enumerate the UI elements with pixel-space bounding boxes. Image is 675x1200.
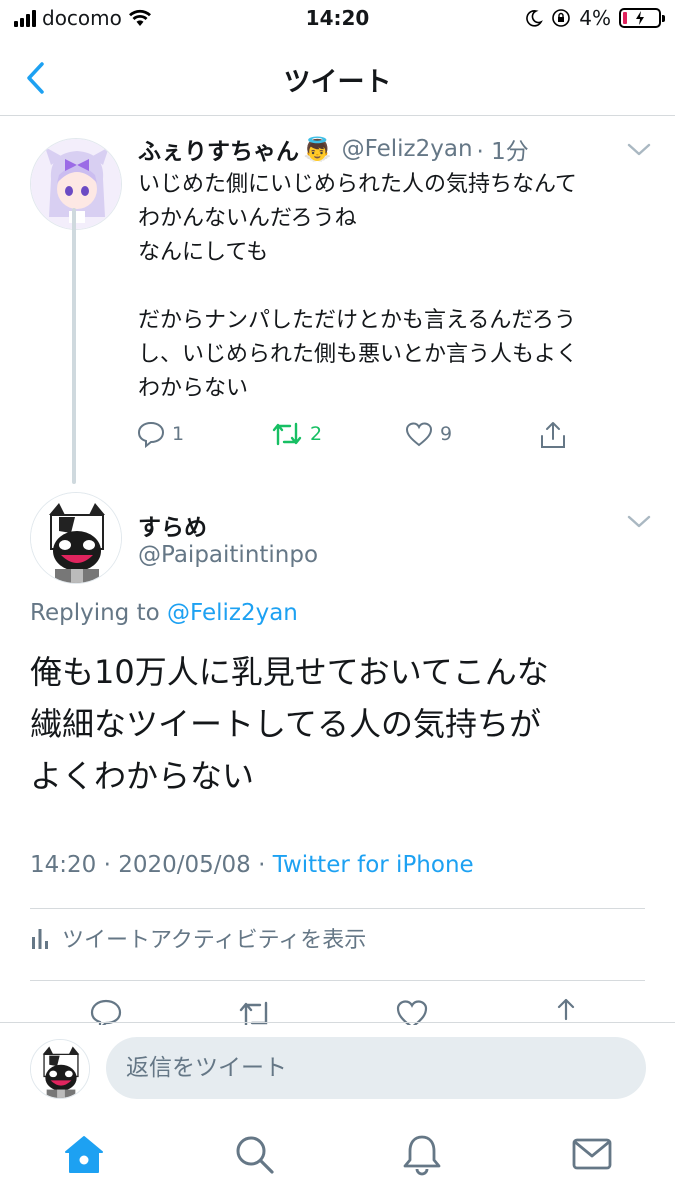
battery-icon	[619, 8, 665, 28]
like-icon[interactable]	[394, 997, 430, 1025]
chevron-down-icon[interactable]	[626, 142, 652, 158]
tweet-actions: 1 2 9	[134, 420, 574, 456]
reply-input[interactable]: 返信をツイート	[106, 1037, 646, 1099]
reply-icon[interactable]	[88, 997, 124, 1025]
like-button[interactable]: 9	[404, 420, 452, 448]
user-handle[interactable]: @Paipaitintinpo	[138, 542, 318, 568]
retweet-icon[interactable]	[236, 997, 276, 1025]
tweet-header: ふぇりすちゃん 👼 @Feliz2yan · 1分	[138, 132, 529, 166]
tweet-activity-link[interactable]: ツイートアクティビティを表示	[30, 922, 366, 954]
activity-label: ツイートアクティビティを表示	[62, 928, 367, 953]
tab-bar	[0, 1118, 675, 1200]
messages-icon[interactable]	[570, 1132, 614, 1176]
share-icon[interactable]	[548, 997, 584, 1025]
divider	[30, 980, 645, 981]
moon-icon	[526, 10, 544, 27]
retweet-button[interactable]: 2	[270, 420, 322, 448]
angel-emoji-icon: 👼	[303, 136, 332, 163]
orientation-lock-icon	[552, 9, 571, 27]
activity-icon	[32, 929, 48, 949]
user-handle[interactable]: @Feliz2yan	[342, 136, 473, 162]
replying-prefix: Replying to	[30, 600, 160, 626]
replying-to: Replying to @Feliz2yan	[30, 600, 298, 626]
battery-percent: 4%	[579, 6, 611, 30]
avatar[interactable]	[30, 492, 122, 584]
replying-handle-link[interactable]: @Feliz2yan	[167, 600, 298, 626]
home-icon[interactable]	[62, 1132, 106, 1176]
share-icon	[541, 422, 565, 448]
search-icon[interactable]	[232, 1132, 276, 1176]
retweet-icon	[272, 422, 302, 446]
reply-count: 1	[172, 423, 185, 445]
avatar[interactable]	[30, 138, 122, 230]
like-icon	[405, 422, 433, 447]
tweet-time: · 1分	[476, 139, 529, 165]
reply-bar: 返信をツイート	[0, 1022, 675, 1118]
thread-line	[72, 208, 76, 484]
tweet-actions	[0, 995, 675, 1025]
tweet-timestamp: 14:20 · 2020/05/08 ·	[30, 852, 273, 878]
tweet-text: いじめた側にいじめられた人の気持ちなんて わかんないんだろうね なんにしても だ…	[138, 172, 579, 401]
nav-bar: ツイート	[0, 40, 675, 116]
like-count: 9	[440, 423, 453, 445]
display-name[interactable]: ふぇりすちゃん	[138, 132, 299, 166]
reply-icon	[137, 421, 165, 448]
my-avatar[interactable]	[30, 1039, 90, 1099]
reply-button[interactable]: 1	[136, 420, 184, 448]
notifications-icon[interactable]	[400, 1132, 444, 1176]
chevron-down-icon[interactable]	[626, 514, 652, 530]
tweet-source-link[interactable]: Twitter for iPhone	[273, 852, 474, 878]
status-bar-right: 4%	[525, 6, 665, 30]
tweet-text: 俺も10万人に乳見せておいてこんな 繊細なツイートしてる人の気持ちが よくわから…	[30, 653, 549, 795]
status-bar: docomo 14:20 4%	[0, 0, 675, 40]
retweet-count: 2	[310, 423, 323, 445]
tweet-meta: 14:20 · 2020/05/08 · Twitter for iPhone	[30, 852, 474, 878]
page-title: ツイート	[283, 67, 392, 98]
display-name[interactable]: すらめ	[138, 508, 207, 542]
share-button[interactable]	[538, 420, 568, 450]
divider	[30, 908, 645, 909]
